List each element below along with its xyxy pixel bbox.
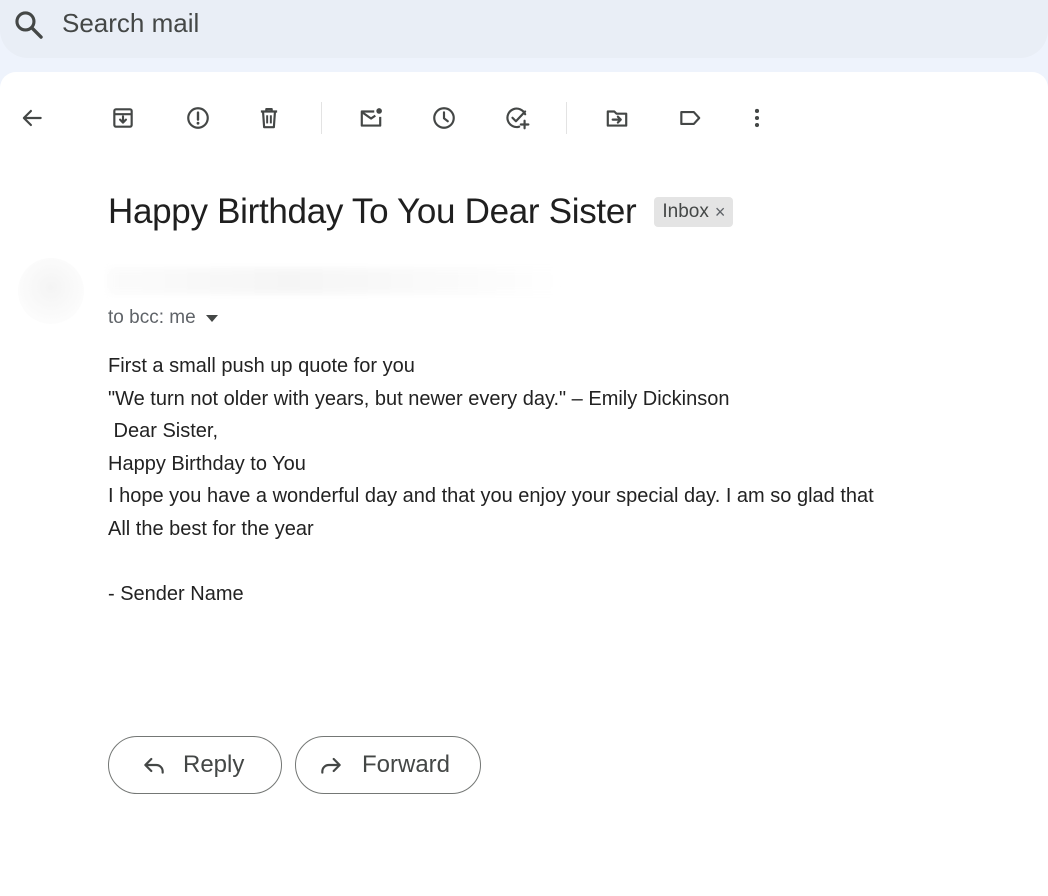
move-to-button[interactable] bbox=[599, 100, 635, 136]
recipients-text: to bcc: me bbox=[108, 307, 196, 328]
archive-button[interactable] bbox=[105, 100, 141, 136]
clock-icon bbox=[433, 107, 455, 129]
snooze-button[interactable] bbox=[426, 100, 462, 136]
toolbar-divider bbox=[566, 102, 567, 134]
search-input[interactable]: Search mail bbox=[62, 6, 199, 40]
message-toolbar bbox=[0, 96, 1048, 140]
subject-row: Happy Birthday To You Dear Sister Inbox … bbox=[108, 190, 734, 234]
reply-label: Reply bbox=[183, 751, 245, 778]
report-spam-button[interactable] bbox=[180, 100, 216, 136]
label-chip-text: Inbox bbox=[662, 201, 709, 222]
forward-button[interactable]: Forward bbox=[295, 736, 481, 794]
reply-icon bbox=[144, 757, 164, 774]
arrow-left-icon bbox=[22, 109, 42, 127]
forward-icon bbox=[321, 757, 341, 774]
body-line: - Sender Name bbox=[108, 583, 244, 606]
body-line: Dear Sister, bbox=[108, 420, 219, 443]
sender-avatar[interactable] bbox=[18, 258, 84, 324]
archive-icon bbox=[113, 108, 133, 128]
delete-button[interactable] bbox=[251, 100, 287, 136]
chevron-down-icon bbox=[205, 314, 218, 322]
search-icon[interactable] bbox=[12, 8, 46, 42]
body-line: All the best for the year bbox=[108, 517, 314, 540]
search-bar[interactable]: Search mail bbox=[0, 0, 1048, 58]
back-button[interactable] bbox=[14, 100, 50, 136]
message-panel: Happy Birthday To You Dear Sister Inbox … bbox=[0, 72, 1048, 896]
report-spam-icon bbox=[187, 107, 209, 129]
forward-label: Forward bbox=[362, 751, 451, 778]
labels-button[interactable] bbox=[672, 100, 708, 136]
body-line: I hope you have a wonderful day and that… bbox=[108, 485, 874, 508]
move-to-folder-icon bbox=[606, 110, 628, 127]
message-subject: Happy Birthday To You Dear Sister bbox=[108, 192, 637, 231]
more-options-button[interactable] bbox=[739, 100, 775, 136]
body-line: "We turn not older with years, but newer… bbox=[108, 387, 730, 410]
add-to-tasks-button[interactable] bbox=[499, 100, 535, 136]
mark-unread-button[interactable] bbox=[353, 100, 389, 136]
toolbar-divider bbox=[321, 102, 322, 134]
reply-button[interactable]: Reply bbox=[108, 736, 282, 794]
more-vert-icon bbox=[754, 108, 760, 128]
label-icon bbox=[680, 110, 701, 126]
message-body: First a small push up quote for you "We … bbox=[108, 350, 1008, 611]
remove-label-icon[interactable]: × bbox=[715, 202, 726, 223]
sender-info-redacted bbox=[108, 268, 560, 294]
body-line: Happy Birthday to You bbox=[108, 452, 306, 475]
inbox-label-chip[interactable]: Inbox × bbox=[654, 197, 734, 227]
mark-unread-icon bbox=[360, 108, 382, 127]
trash-icon bbox=[260, 108, 278, 129]
body-line bbox=[108, 546, 1008, 579]
recipient-details-toggle[interactable]: to bcc: me bbox=[108, 306, 218, 330]
add-task-icon bbox=[506, 107, 530, 130]
body-line: First a small push up quote for you bbox=[108, 355, 415, 377]
